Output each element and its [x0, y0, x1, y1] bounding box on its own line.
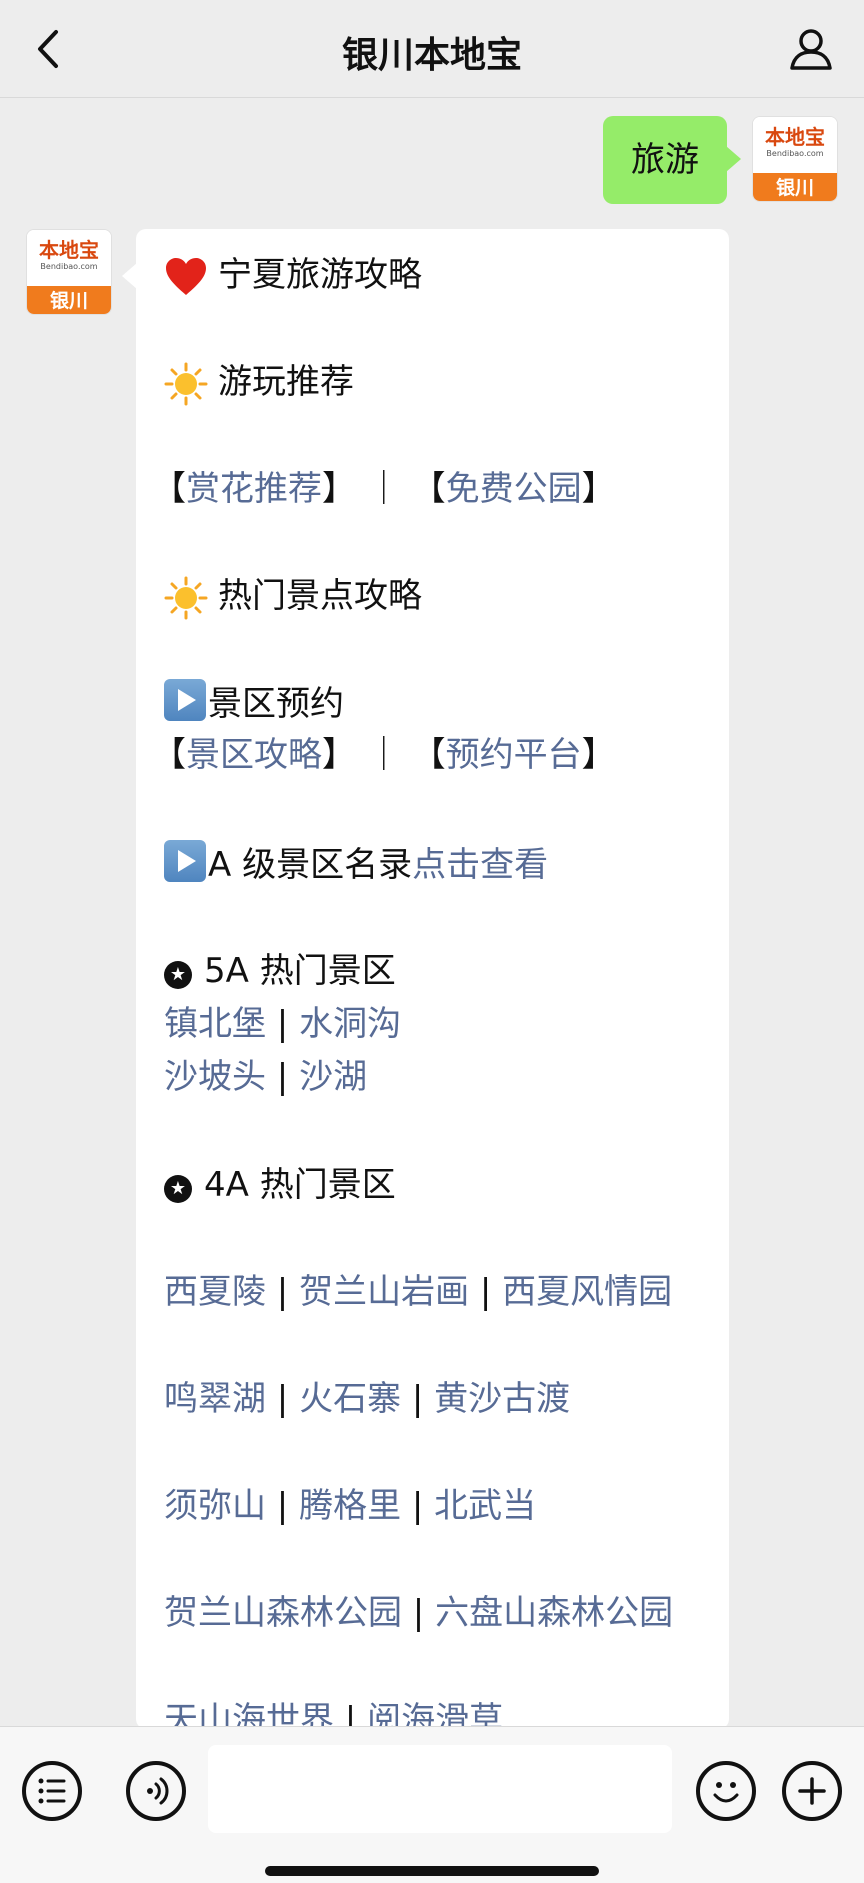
scenic-link[interactable]: 须弥山	[164, 1486, 266, 1526]
booking-links: 【景区攻略】 ｜ 【预约平台】	[152, 735, 616, 775]
scenic-link[interactable]: 黄沙古渡	[434, 1379, 570, 1419]
smiley-icon[interactable]	[696, 1761, 756, 1821]
scenic-link[interactable]: 贺兰山岩画	[299, 1272, 469, 1312]
heading-text: 宁夏旅游攻略	[218, 255, 422, 295]
scenic-link[interactable]: 北武当	[434, 1486, 536, 1526]
avatar-city: 银川	[27, 286, 111, 314]
scenic-link[interactable]: 鸣翠湖	[164, 1379, 266, 1419]
outgoing-message-bubble[interactable]: 旅游	[603, 116, 741, 204]
scenic-link[interactable]: 西夏陵	[164, 1272, 266, 1312]
avatar-brand: 本地宝	[765, 125, 825, 149]
chat-title: 银川本地宝	[341, 35, 522, 76]
four-a-row: 贺兰山森林公园 | 六盘山森林公园	[164, 1593, 674, 1633]
reply-message-card: 宁夏旅游攻略 游玩推荐 【赏花推荐】 ｜ 【免费公园】 热门景点攻略 景区预约 …	[122, 229, 729, 1740]
sun-icon	[164, 362, 208, 405]
plus-icon[interactable]	[782, 1761, 842, 1821]
scenic-link[interactable]: 水洞沟	[299, 1004, 401, 1044]
a-list-view-link[interactable]: 点击查看	[412, 845, 548, 885]
four-a-row: 西夏陵 | 贺兰山岩画 | 西夏风情园	[164, 1272, 673, 1312]
avatar-city: 银川	[753, 173, 837, 201]
heart-icon	[166, 257, 206, 295]
heading-line: 宁夏旅游攻略	[164, 251, 422, 299]
avatar-brand: 本地宝	[39, 238, 99, 262]
scenic-link[interactable]: 西夏风情园	[502, 1272, 672, 1312]
four-a-title-line: ★ 4A 热门景区	[164, 1161, 396, 1209]
scenic-link[interactable]: 贺兰山森林公园	[164, 1593, 402, 1633]
four-a-row: 鸣翠湖 | 火石寨 | 黄沙古渡	[164, 1379, 571, 1419]
scenic-link[interactable]: 火石寨	[299, 1379, 401, 1419]
person-icon[interactable]	[786, 24, 836, 74]
four-a-title: 4A 热门景区	[204, 1165, 396, 1205]
scenic-link[interactable]: 沙湖	[299, 1057, 367, 1097]
sender-avatar[interactable]: 本地宝 Bendibao.com 银川	[26, 229, 112, 315]
booking-line: 景区预约	[164, 679, 344, 728]
self-avatar[interactable]: 本地宝 Bendibao.com 银川	[752, 116, 838, 202]
a-list-line: A 级景区名录点击查看	[164, 840, 548, 889]
star-icon: ★	[164, 961, 192, 989]
four-a-row: 须弥山 | 腾格里 | 北武当	[164, 1486, 537, 1526]
recommend-links: 【赏花推荐】 ｜ 【免费公园】	[152, 469, 616, 509]
play-icon	[164, 840, 206, 882]
scenic-link[interactable]: 腾格里	[299, 1486, 401, 1526]
flower-recommend-link[interactable]: 赏花推荐	[186, 469, 322, 509]
five-a-title-line: ★ 5A 热门景区	[164, 947, 396, 995]
voice-icon[interactable]	[126, 1761, 186, 1821]
star-icon: ★	[164, 1175, 192, 1203]
scenic-link[interactable]: 沙坡头	[164, 1057, 266, 1097]
hot-spots-line: 热门景点攻略	[164, 572, 422, 620]
scenic-link[interactable]: 六盘山森林公园	[435, 1593, 673, 1633]
sun-icon	[164, 576, 208, 619]
a-list-text: A 级景区名录	[208, 845, 413, 885]
free-park-link[interactable]: 免费公园	[446, 469, 582, 509]
scenic-guide-link[interactable]: 景区攻略	[186, 735, 322, 775]
chat-toolbar	[0, 1726, 864, 1883]
play-icon	[164, 679, 206, 721]
home-indicator	[265, 1866, 599, 1876]
avatar-url: Bendibao.com	[40, 262, 98, 271]
five-a-row: 镇北堡 | 水洞沟	[164, 1004, 402, 1044]
avatar-url: Bendibao.com	[766, 149, 824, 158]
chat-header: 银川本地宝	[0, 0, 864, 98]
scenic-link[interactable]: 镇北堡	[164, 1004, 266, 1044]
recommend-line: 游玩推荐	[164, 358, 354, 406]
five-a-title: 5A 热门景区	[204, 951, 396, 991]
recommend-title: 游玩推荐	[218, 362, 354, 402]
booking-platform-link[interactable]: 预约平台	[446, 735, 582, 775]
booking-title: 景区预约	[208, 684, 344, 724]
message-input[interactable]	[208, 1745, 672, 1833]
hot-spots-title: 热门景点攻略	[218, 576, 422, 616]
five-a-row: 沙坡头 | 沙湖	[164, 1057, 368, 1097]
list-icon[interactable]	[22, 1761, 82, 1821]
